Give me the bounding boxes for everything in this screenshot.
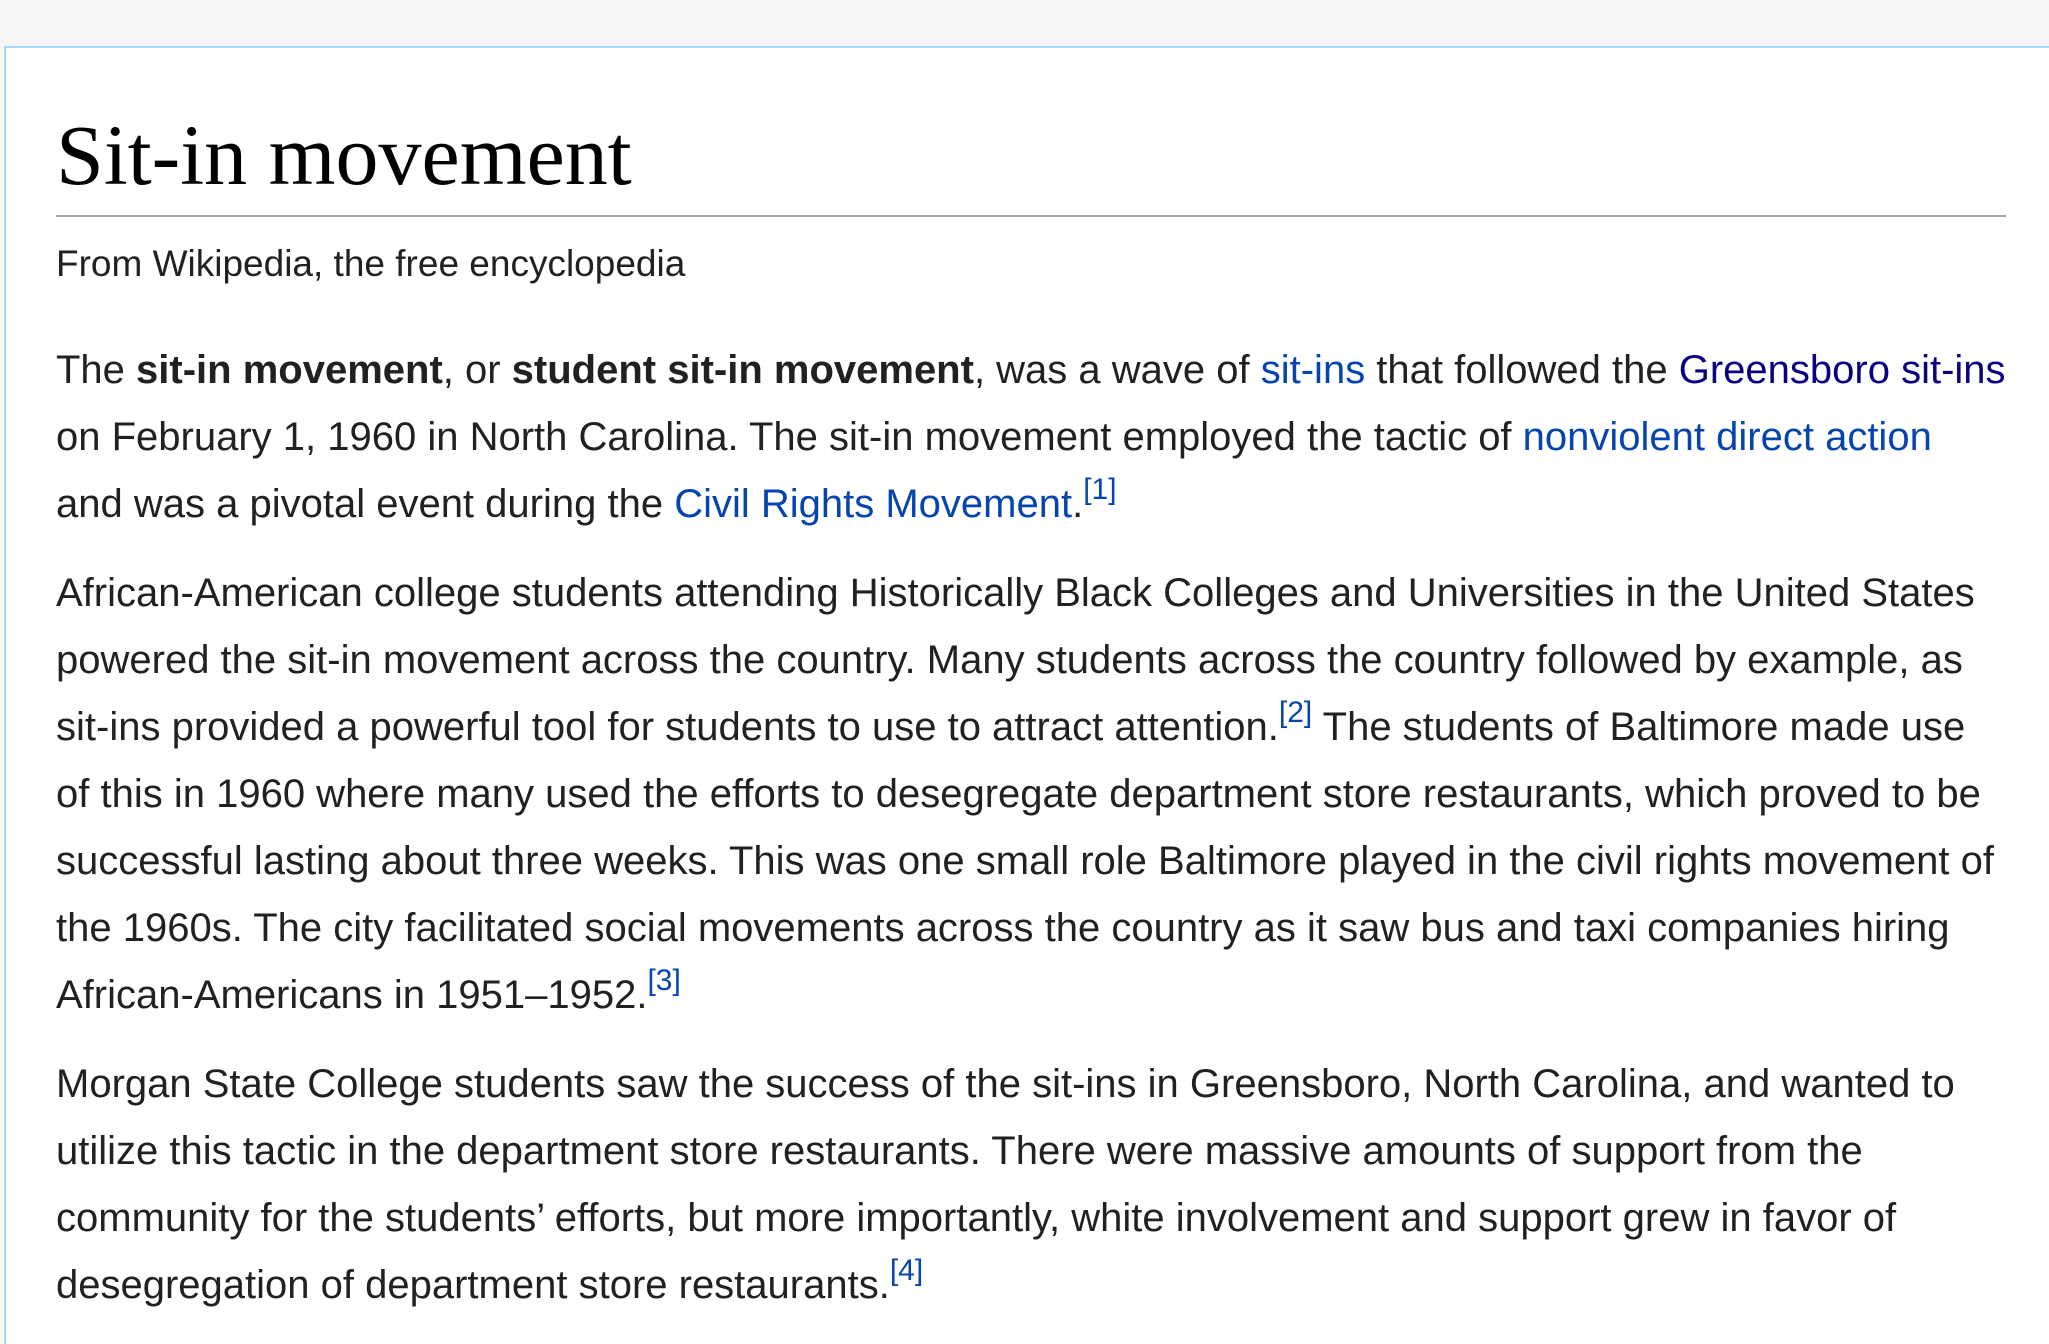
text: that followed the [1365, 347, 1679, 392]
reference-link[interactable]: [4] [890, 1254, 923, 1287]
bold-term: sit-in movement [136, 347, 443, 392]
reference-link[interactable]: [3] [647, 964, 680, 997]
paragraph-3: Morgan State College students saw the su… [56, 1051, 2006, 1319]
text: and was a pivotal event during the [56, 481, 675, 526]
text: , was a wave of [973, 347, 1261, 392]
text: . [1072, 481, 1084, 526]
page-title: Sit-in movement [56, 106, 2006, 217]
text: , or [442, 347, 512, 392]
site-subtitle: From Wikipedia, the free encyclopedia [56, 242, 686, 284]
text: on February 1, 1960 in North Carolina. T… [56, 414, 1523, 459]
bold-term: student sit-in movement [511, 347, 974, 392]
text: Morgan State College students saw the su… [56, 1061, 1955, 1307]
reference-link[interactable]: [2] [1279, 696, 1312, 729]
link-nonviolent-direct-action[interactable]: nonviolent direct action [1523, 415, 1932, 459]
link-sit-ins[interactable]: sit-ins [1261, 348, 1365, 392]
text: The [56, 347, 137, 392]
article-body: The sit-in movement, or student sit-in m… [56, 337, 2006, 1319]
paragraph-1: The sit-in movement, or student sit-in m… [56, 337, 2006, 538]
reference-2[interactable]: [2] [1279, 696, 1312, 729]
article-inner: Sit-in movement From Wikipedia, the free… [56, 106, 2006, 1341]
link-greensboro-sit-ins[interactable]: Greensboro sit-ins [1679, 348, 2006, 392]
page: Sit-in movement From Wikipedia, the free… [0, 0, 2049, 1344]
reference-link[interactable]: [1] [1083, 473, 1116, 506]
reference-3[interactable]: [3] [647, 964, 680, 997]
reference-1[interactable]: [1] [1083, 473, 1116, 506]
reference-4[interactable]: [4] [890, 1254, 923, 1287]
text: The students of Baltimore made use of th… [56, 704, 1994, 1017]
link-civil-rights-movement[interactable]: Civil Rights Movement [674, 482, 1072, 526]
paragraph-2: African-American college students attend… [56, 560, 2006, 1029]
article-content: Sit-in movement From Wikipedia, the free… [4, 46, 2049, 1344]
